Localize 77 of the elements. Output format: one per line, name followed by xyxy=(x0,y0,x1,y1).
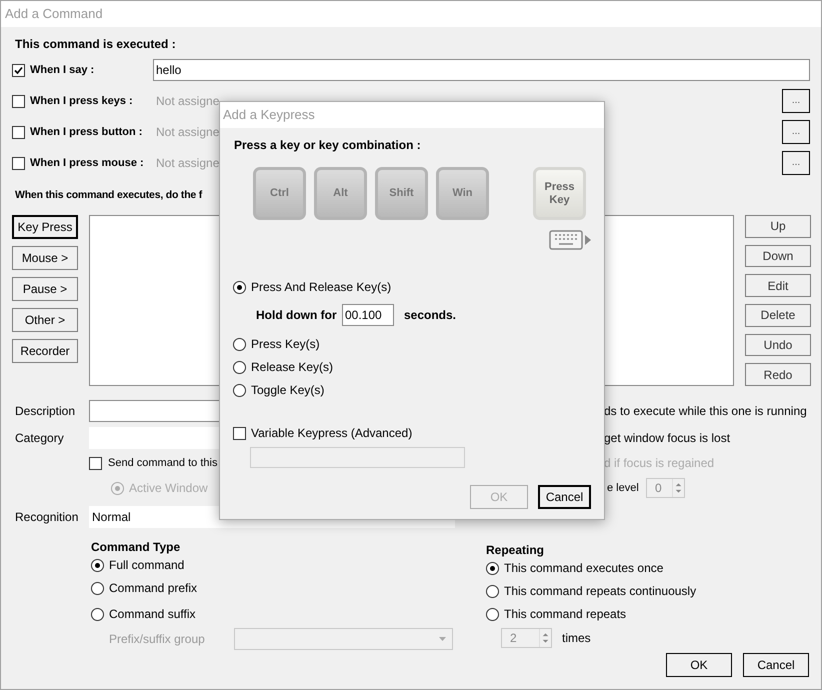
radio-label: Press And Release Key(s) xyxy=(251,279,392,296)
assignment-text: Not assigne xyxy=(156,155,220,172)
window-title: Add a Command xyxy=(5,5,103,24)
radio-label: This command repeats continuously xyxy=(504,583,696,600)
checkbox[interactable] xyxy=(12,64,25,76)
dialog-title: Add a Keypress xyxy=(223,106,315,124)
dialog-heading: Press a key or key combination : xyxy=(234,138,422,152)
browse-button[interactable]: ... xyxy=(782,89,810,113)
dropdown-arrow-icon xyxy=(439,637,446,641)
unit-label: seconds. xyxy=(404,307,456,324)
radio-label: Command suffix xyxy=(109,606,196,623)
phrase-field[interactable]: hello xyxy=(153,59,810,81)
radio-label: This command executes once xyxy=(504,560,664,577)
trigger-label: When I say : xyxy=(30,62,94,78)
checkbox[interactable] xyxy=(12,126,25,138)
action-button[interactable]: Pause > xyxy=(12,277,78,301)
field-label: Hold down for xyxy=(256,307,338,324)
section-heading: This command is executed : xyxy=(15,37,177,51)
duration-field[interactable]: 00.100 xyxy=(342,304,394,326)
field-label: Description xyxy=(15,403,76,420)
dialog-button[interactable]: Cancel xyxy=(743,653,809,677)
list-button[interactable]: Redo xyxy=(745,363,811,386)
list-button[interactable]: Down xyxy=(745,244,811,268)
action-button[interactable]: Other > xyxy=(12,308,78,332)
radio-label: Active Window xyxy=(129,480,208,497)
radio-button[interactable] xyxy=(486,584,499,598)
radio-label: Release Key(s) xyxy=(251,359,334,376)
option-text: e level xyxy=(607,480,639,496)
radio-label: Command prefix xyxy=(109,580,198,597)
variable-field[interactable] xyxy=(250,447,465,468)
radio-button[interactable] xyxy=(91,582,104,594)
checkbox[interactable] xyxy=(233,426,246,440)
key-button[interactable]: Press Key xyxy=(533,167,586,220)
radio-button[interactable] xyxy=(486,608,499,620)
radio-button[interactable] xyxy=(233,360,246,374)
radio-button[interactable] xyxy=(233,384,246,396)
list-button[interactable]: Undo xyxy=(745,334,811,356)
radio-label: This command repeats xyxy=(504,606,626,623)
browse-button[interactable]: ... xyxy=(782,120,810,144)
group-heading: Command Type xyxy=(91,540,182,554)
assignment-text: Not assigne xyxy=(156,93,220,110)
radio-button[interactable] xyxy=(486,562,499,574)
trigger-label: When I press mouse : xyxy=(30,156,144,171)
radio-button[interactable] xyxy=(233,338,246,350)
radio-button[interactable] xyxy=(91,608,104,620)
action-button[interactable]: Key Press xyxy=(12,215,78,239)
browse-button[interactable]: ... xyxy=(782,151,810,175)
checkbox-label: Send command to this xyxy=(108,456,218,471)
radio-button[interactable] xyxy=(91,558,104,572)
action-button[interactable]: Recorder xyxy=(12,339,78,363)
field-label: Prefix/suffix group xyxy=(109,631,206,648)
spinner-arrows-icon[interactable] xyxy=(672,479,684,497)
checkbox[interactable] xyxy=(12,156,25,170)
action-button[interactable]: Mouse > xyxy=(12,246,78,270)
checkbox[interactable] xyxy=(89,456,102,470)
option-text: get window focus is lost xyxy=(604,430,730,447)
radio-label: Press Key(s) xyxy=(251,336,320,353)
keyboard-icon[interactable] xyxy=(549,230,592,250)
trigger-label: When I press button : xyxy=(30,124,142,140)
radio-label: Full command xyxy=(109,557,184,574)
field-label: Category xyxy=(15,430,65,447)
radio-button[interactable] xyxy=(233,280,246,294)
group-heading: Repeating xyxy=(486,543,546,557)
spinner-arrows-icon[interactable] xyxy=(539,629,551,647)
trigger-label: When I press keys : xyxy=(30,94,133,109)
field-label: Recognition xyxy=(15,509,80,526)
cancel-button[interactable]: Cancel xyxy=(538,485,591,509)
list-button[interactable]: Edit xyxy=(745,274,811,298)
assignment-text: Not assigne xyxy=(156,124,220,141)
radio-label: Toggle Key(s) xyxy=(251,382,324,399)
unit-label: times xyxy=(562,630,591,647)
checkbox-label: Variable Keypress (Advanced) xyxy=(251,425,412,442)
section-heading: When this command executes, do the f xyxy=(15,188,202,202)
dialog-button[interactable]: OK xyxy=(666,653,732,677)
checkbox[interactable] xyxy=(12,94,25,108)
list-button[interactable]: Up xyxy=(745,215,811,238)
list-button[interactable]: Delete xyxy=(745,304,811,327)
